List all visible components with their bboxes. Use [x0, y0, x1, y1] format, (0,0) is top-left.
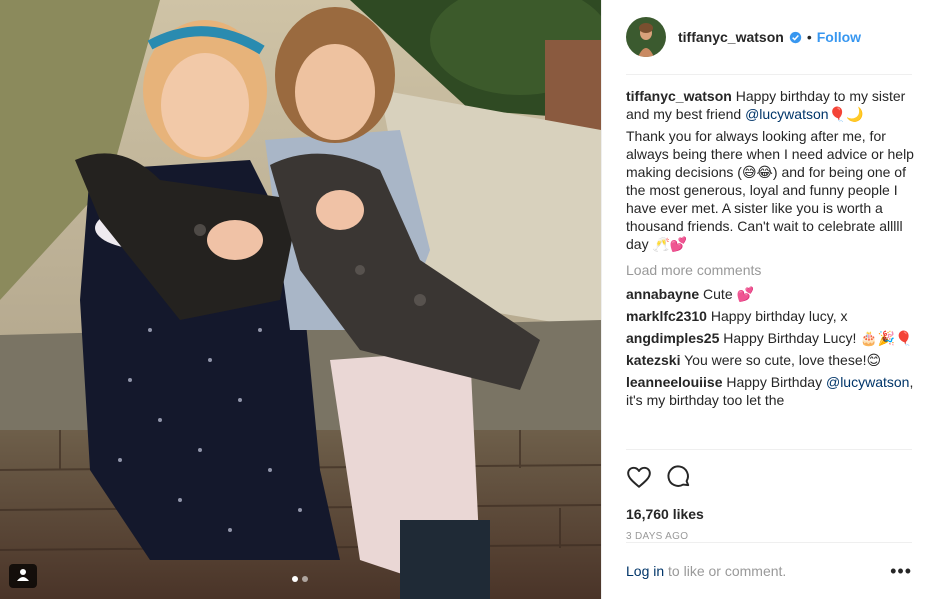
login-suffix: to like or comment. [664, 563, 787, 579]
post-photo[interactable] [0, 0, 601, 599]
caption-mention[interactable]: @lucywatson [745, 106, 828, 122]
user-tag-button[interactable] [9, 564, 37, 588]
comment-text: Happy Birthday [726, 374, 826, 390]
instagram-post: tiffanyc_watson • Follow tiffanyc_watson… [0, 0, 936, 599]
comment-text: Happy Birthday Lucy! 🎂🎉🎈 [723, 330, 913, 346]
comments-section: tiffanyc_watson Happy birthday to my sis… [626, 87, 920, 447]
user-tag-icon [16, 568, 30, 585]
comment-username[interactable]: annabayne [626, 286, 699, 302]
post-footer: Log in to like or comment. ••• [626, 542, 912, 599]
comment-mention[interactable]: @lucywatson [826, 374, 909, 390]
more-options-icon[interactable]: ••• [890, 562, 912, 580]
carousel-dot[interactable] [302, 576, 308, 582]
avatar[interactable] [626, 17, 666, 57]
comment-username[interactable]: katezski [626, 352, 680, 368]
comment-item: marklfc2310 Happy birthday lucy, x [626, 307, 920, 325]
comment-username[interactable]: marklfc2310 [626, 308, 707, 324]
likes-count[interactable]: 16,760 likes [626, 506, 912, 522]
login-link[interactable]: Log in [626, 563, 664, 579]
load-more-comments-button[interactable]: Load more comments [626, 261, 920, 279]
comment-item: annabayne Cute 💕 [626, 285, 920, 303]
login-prompt: Log in to like or comment. [626, 563, 786, 579]
verified-badge-icon [784, 31, 802, 44]
comment-item: leanneelouiise Happy Birthday @lucywatso… [626, 373, 920, 409]
comment-text: You were so cute, love these!😊 [684, 352, 882, 368]
comment-username[interactable]: leanneelouiise [626, 374, 722, 390]
comment-text: Cute 💕 [703, 286, 754, 302]
caption: tiffanyc_watson Happy birthday to my sis… [626, 87, 920, 123]
comment-icon[interactable] [666, 464, 692, 490]
caption-emoji: 🎈🌙 [828, 106, 864, 122]
photo-illustration [0, 0, 601, 599]
caption-author[interactable]: tiffanyc_watson [626, 88, 732, 104]
carousel-indicator [292, 576, 308, 582]
follow-button[interactable]: Follow [817, 29, 861, 45]
caption-paragraph: Thank you for always looking after me, f… [626, 128, 914, 252]
comment-item: katezski You were so cute, love these!😊 [626, 351, 920, 369]
heart-icon[interactable] [626, 464, 652, 490]
carousel-dot-active[interactable] [292, 576, 298, 582]
post-date: 3 DAYS AGO [626, 531, 689, 542]
comment-text: Happy birthday lucy, x [710, 308, 848, 324]
header-username[interactable]: tiffanyc_watson [678, 29, 784, 45]
comment-username[interactable]: angdimples25 [626, 330, 719, 346]
post-header: tiffanyc_watson • Follow [626, 0, 912, 75]
header-separator: • [806, 29, 812, 45]
post-side-panel: tiffanyc_watson • Follow tiffanyc_watson… [601, 0, 936, 599]
comment-item: angdimples25 Happy Birthday Lucy! 🎂🎉🎈 [626, 329, 920, 347]
action-icons-row [626, 464, 912, 490]
post-actions: 16,760 likes 3 DAYS AGO [626, 449, 912, 542]
